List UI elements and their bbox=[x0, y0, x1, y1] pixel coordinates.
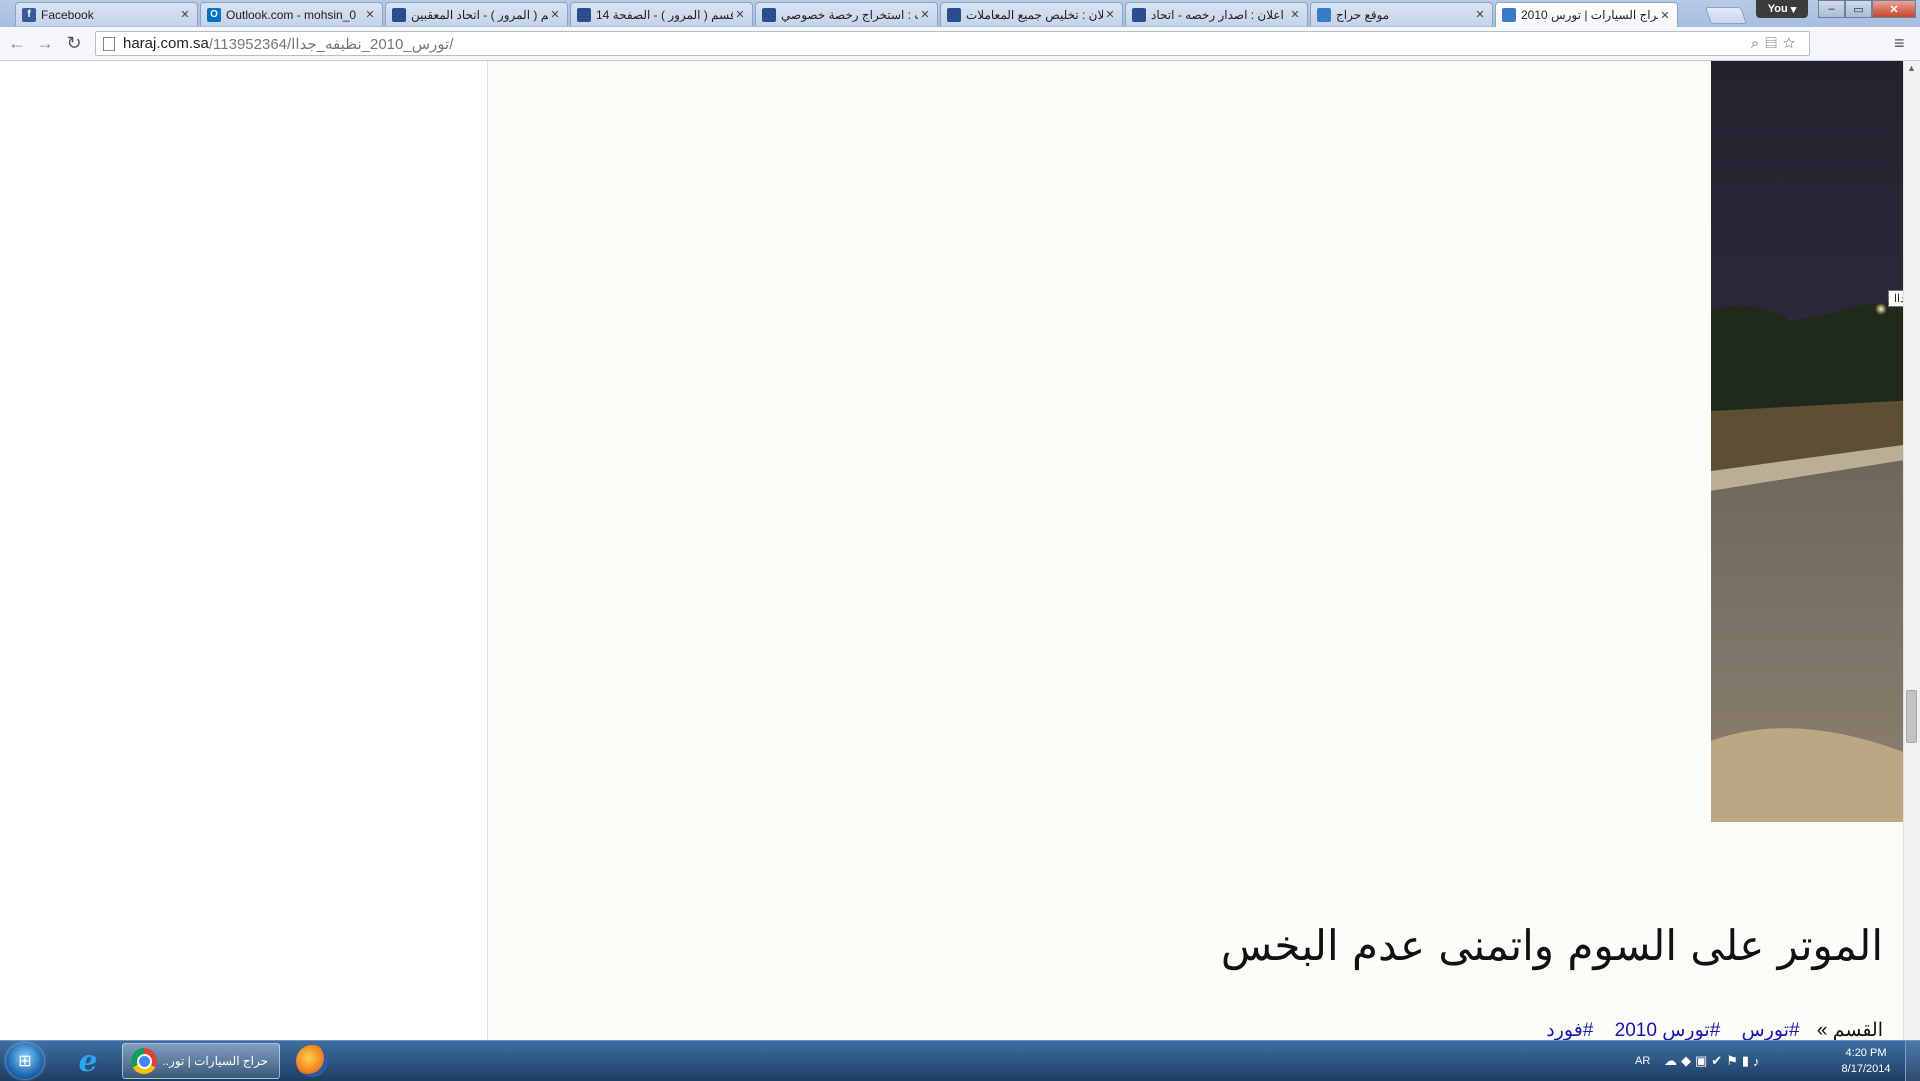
reload-icon[interactable]: ↻ bbox=[63, 33, 85, 54]
listing-photo bbox=[1711, 61, 1903, 822]
volume-icon[interactable]: ♪ bbox=[1753, 1054, 1764, 1069]
bookmark-star-icon[interactable]: ☆ bbox=[1783, 35, 1801, 52]
minimize-button[interactable]: – bbox=[1818, 0, 1845, 18]
taskbar-chrome-button[interactable]: حراج السيارات | تور... bbox=[122, 1043, 280, 1079]
tab-close-icon[interactable]: ✕ bbox=[1288, 8, 1302, 21]
onedrive-icon[interactable]: ☁ bbox=[1664, 1053, 1681, 1069]
omnibox-icons: ⌕▤☆ bbox=[1751, 35, 1801, 52]
tab-close-icon[interactable]: ✕ bbox=[733, 8, 747, 21]
profile-label: You bbox=[1767, 3, 1788, 15]
app-tray-icon[interactable]: ▣ bbox=[1695, 1053, 1711, 1069]
internet-explorer-icon[interactable]: e bbox=[70, 1044, 106, 1079]
chrome-icon bbox=[131, 1048, 157, 1074]
tab-title: حراج السيارات | تورس 2010 bbox=[1521, 8, 1658, 22]
browser-tab-1[interactable]: O Outlook.com - mohsin_0 ✕ bbox=[200, 2, 383, 26]
tag-link-ford[interactable]: #فورد bbox=[1546, 1020, 1593, 1040]
page-viewport: تورس 2010 نظيفه جداا الموتر على السوم وا… bbox=[0, 61, 1903, 1040]
tab-close-icon[interactable]: ✕ bbox=[1473, 8, 1487, 21]
tab-close-icon[interactable]: ✕ bbox=[548, 8, 562, 21]
firefox-icon[interactable] bbox=[296, 1045, 328, 1077]
browser-tab-8[interactable]: حراج السيارات | تورس 2010 ✕ bbox=[1495, 2, 1678, 27]
address-bar[interactable]: haraj.com.sa/113952364/تورس_2010_نظيفه_ج… bbox=[95, 31, 1810, 56]
tab-close-icon[interactable]: ✕ bbox=[918, 8, 932, 21]
forward-arrow-icon[interactable]: → bbox=[34, 33, 56, 54]
browser-tab-4[interactable]: طلب : استخراج رخصة خصوصي✕ bbox=[755, 2, 938, 26]
tab-title: قسم ( المرور ) - اتحاد المعقبين bbox=[411, 7, 548, 22]
scroll-up-arrow-icon[interactable]: ▲ bbox=[1907, 63, 1916, 73]
windows-start-icon[interactable]: ⊞ bbox=[6, 1043, 44, 1079]
section-label: القسم » bbox=[1816, 1020, 1883, 1040]
windows-taskbar: ⊞ e حراج السيارات | تور... AR ☁ ◆ ▣ ✔ ⚑ ▮ ♪ 4:… bbox=[0, 1040, 1920, 1081]
tab-favicon-icon bbox=[392, 7, 406, 22]
system-tray-icons: ☁ ◆ ▣ ✔ ⚑ ▮ ♪ bbox=[1664, 1041, 1764, 1081]
network-icon[interactable]: ▮ bbox=[1742, 1053, 1753, 1069]
maximize-button[interactable]: ▭ bbox=[1845, 0, 1872, 18]
system-clock[interactable]: 4:20 PM 8/17/2014 bbox=[1830, 1045, 1902, 1077]
browser-tab-7[interactable]: موقع حراج ✕ bbox=[1310, 2, 1493, 26]
safely-remove-icon[interactable]: ✔ bbox=[1711, 1053, 1726, 1069]
menu-icon[interactable]: ≡ bbox=[1894, 33, 1905, 54]
tab-close-icon[interactable]: ✕ bbox=[178, 8, 192, 21]
clock-time: 4:20 PM bbox=[1845, 1047, 1887, 1059]
page-scrollbar[interactable]: ▲ bbox=[1903, 61, 1920, 1040]
tab-favicon-icon: f bbox=[22, 7, 36, 22]
browser-tab-3[interactable]: قسم ( المرور ) - الصفحة 14 ✕ bbox=[570, 2, 753, 26]
translate-icon[interactable]: ▤ bbox=[1765, 35, 1782, 52]
listing-photo-image bbox=[1711, 61, 1903, 822]
url-host: haraj.com.sa bbox=[123, 35, 209, 52]
image-tooltip: تورس 2010 نظيفه جداا bbox=[1888, 290, 1903, 307]
browser-tab-2[interactable]: قسم ( المرور ) - اتحاد المعقبين✕ bbox=[385, 2, 568, 26]
browser-tab-6[interactable]: اعلان : اصدار رخصه - اتحاد ✕ bbox=[1125, 2, 1308, 26]
browser-tab-5[interactable]: اعلان : تخليص جميع المعاملات ✕ bbox=[940, 2, 1123, 26]
tab-title: اعلان : تخليص جميع المعاملات bbox=[966, 7, 1103, 22]
tab-title: قسم ( المرور ) - الصفحة 14 bbox=[596, 7, 733, 22]
tab-title: موقع حراج bbox=[1336, 7, 1390, 22]
tab-title: طلب : استخراج رخصة خصوصي bbox=[781, 7, 918, 22]
tab-close-icon[interactable]: ✕ bbox=[1658, 9, 1672, 22]
zoom-icon[interactable]: ⌕ bbox=[1751, 35, 1765, 52]
action-center-icon[interactable]: ⚑ bbox=[1726, 1053, 1742, 1069]
tab-favicon-icon: O bbox=[207, 7, 221, 22]
tab-close-icon[interactable]: ✕ bbox=[363, 8, 377, 21]
close-window-button[interactable]: ✕ bbox=[1872, 0, 1916, 18]
tab-title: Outlook.com - mohsin_0 bbox=[226, 7, 357, 22]
taskbar-chrome-label: حراج السيارات | تور... bbox=[163, 1054, 268, 1068]
tab-strip: fFacebook✕OOutlook.com - mohsin_0✕قسم ( … bbox=[0, 0, 1920, 28]
tag-link-taurus[interactable]: #تورس bbox=[1742, 1020, 1800, 1040]
tab-close-icon[interactable]: ✕ bbox=[1103, 8, 1117, 21]
back-arrow-icon[interactable]: ← bbox=[6, 33, 28, 54]
page-icon bbox=[103, 36, 115, 51]
browser-tab-0[interactable]: f Facebook ✕ bbox=[15, 2, 198, 26]
tab-title: Facebook bbox=[41, 7, 94, 22]
clock-date: 8/17/2014 bbox=[1841, 1063, 1891, 1075]
listing-title: الموتر على السوم واتمنى عدم البخس bbox=[1220, 921, 1883, 970]
show-desktop-button[interactable] bbox=[1905, 1041, 1920, 1081]
profile-button[interactable]: You ▾ bbox=[1756, 0, 1808, 18]
tag-line: القسم » #تورس #تورس 2010 #فورد bbox=[1530, 1019, 1883, 1040]
tag-link-taurus-2010[interactable]: #تورس 2010 bbox=[1615, 1020, 1721, 1040]
scroll-thumb[interactable] bbox=[1906, 690, 1917, 743]
tab-favicon-icon bbox=[577, 7, 591, 22]
url-path: /113952364/تورس_2010_نظيفه_جداا/ bbox=[208, 35, 454, 53]
tab-title: اعلان : اصدار رخصه - اتحاد bbox=[1151, 7, 1284, 22]
tab-favicon-icon bbox=[762, 7, 776, 22]
tab-favicon-icon bbox=[1317, 7, 1331, 22]
dropbox-icon[interactable]: ◆ bbox=[1681, 1053, 1695, 1069]
new-tab-button[interactable] bbox=[1704, 7, 1748, 24]
tab-favicon-icon bbox=[1132, 7, 1146, 22]
tab-favicon-icon bbox=[1502, 8, 1516, 22]
language-indicator[interactable]: AR bbox=[1635, 1041, 1650, 1081]
browser-toolbar: ← → ↻ haraj.com.sa/113952364/تورس_2010_ن… bbox=[0, 27, 1920, 61]
content-column: تورس 2010 نظيفه جداا الموتر على السوم وا… bbox=[487, 61, 1903, 1040]
tab-favicon-icon bbox=[947, 7, 961, 22]
